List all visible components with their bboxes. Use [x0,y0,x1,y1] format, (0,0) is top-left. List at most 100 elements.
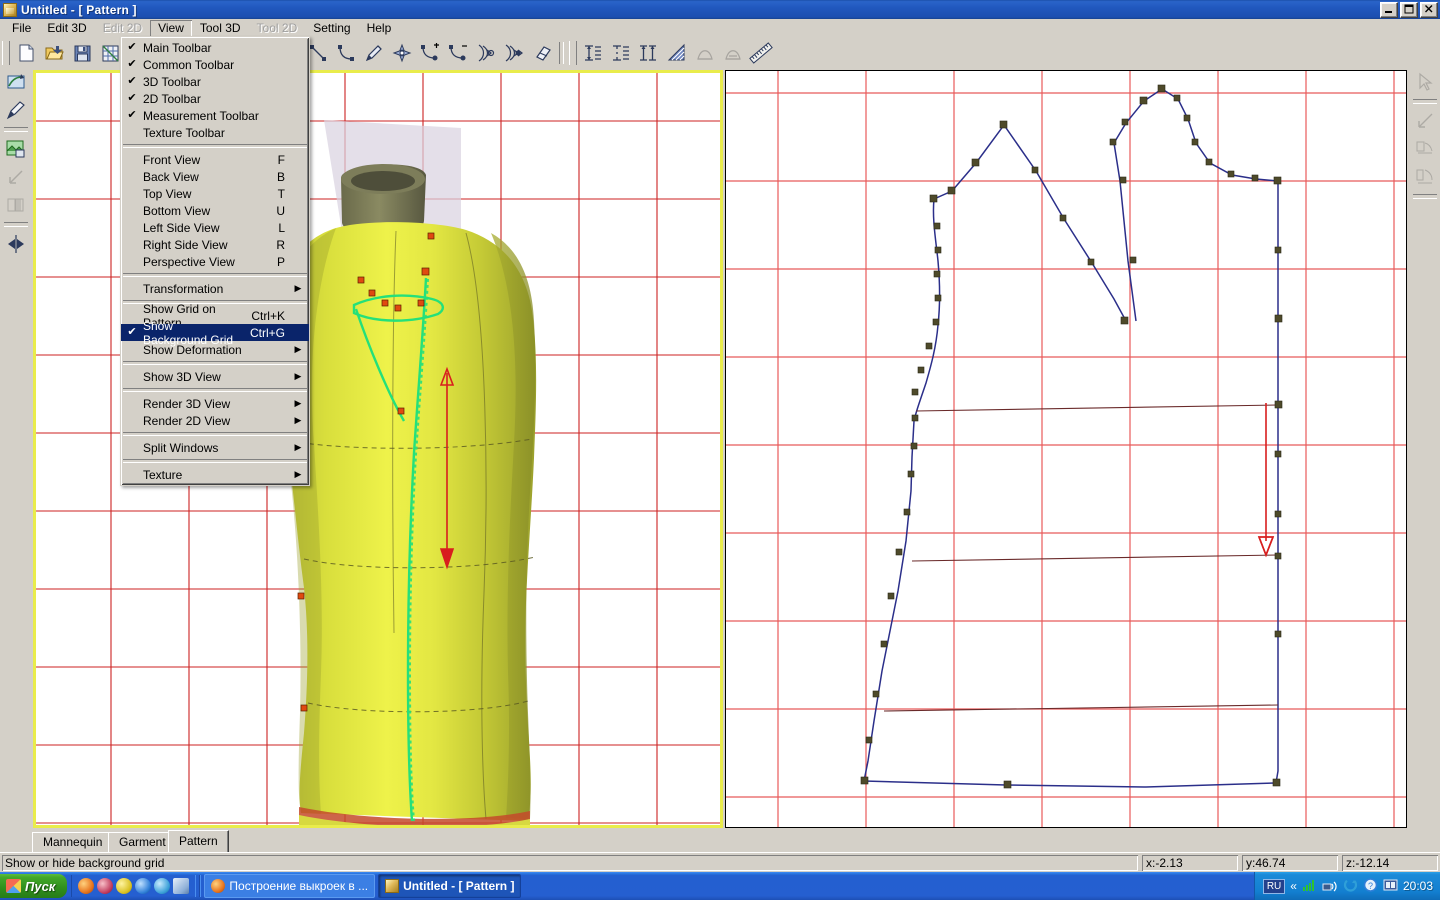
tray-clock[interactable]: 20:03 [1403,879,1433,893]
chevron-right-icon: ▶ [291,283,305,294]
symmetry-icon[interactable] [3,231,29,257]
eraser-icon[interactable] [529,40,555,66]
menu-item-label: Main Toolbar [143,41,273,55]
menu-item-left-side-view[interactable]: Left Side ViewL [121,219,309,236]
menu-file[interactable]: File [4,20,39,37]
select-surface-icon[interactable] [3,69,29,95]
menu-item-main-toolbar[interactable]: ✔Main Toolbar [121,39,309,56]
save-disk-icon[interactable] [69,40,95,66]
minimize-button[interactable] [1380,2,1398,18]
open-folder-icon[interactable] [41,40,67,66]
menu-item-perspective-view[interactable]: Perspective ViewP [121,253,309,270]
arrow-diagonal-icon [1412,108,1438,134]
new-file-icon[interactable] [13,40,39,66]
menu-item-transformation[interactable]: Transformation ▶ [121,280,309,297]
measure-double-icon[interactable] [636,40,662,66]
window-title: Untitled - [ Pattern ] [21,3,137,17]
menu-item-accelerator: Ctrl+K [239,309,291,323]
maximize-button[interactable] [1400,2,1418,18]
menu-tool-2d: Tool 2D [249,20,306,37]
taskbar-window-firefox[interactable]: Построение выкроек в ... [204,874,375,898]
menu-separator [123,388,307,392]
menu-check-icon: ✔ [121,73,143,90]
menu-view[interactable]: View [150,20,192,37]
firefox-icon [211,879,225,893]
menu-item-texture-toolbar[interactable]: Texture Toolbar [121,124,309,141]
network-icon[interactable] [1322,878,1338,895]
menu-item-back-view[interactable]: Back ViewB [121,168,309,185]
ruler-icon[interactable] [748,40,774,66]
document-icon[interactable] [173,878,189,894]
coord-x: x:-2.13 [1142,855,1238,871]
shape-triangle-2-icon [720,40,746,66]
menu-item-label: Render 2D View [143,414,273,428]
menu-item-top-view[interactable]: Top ViewT [121,185,309,202]
taskbar-window-pattern[interactable]: Untitled - [ Pattern ] [378,874,521,898]
menu-item-render-3d-view[interactable]: Render 3D View▶ [121,395,309,412]
measure-angle-icon[interactable] [664,40,690,66]
menu-setting[interactable]: Setting [305,20,358,37]
add-point-icon[interactable] [417,40,443,66]
cut-piece-2-icon [1412,164,1438,190]
menu-item-2d-toolbar[interactable]: ✔2D Toolbar [121,90,309,107]
offset-double-icon[interactable] [501,40,527,66]
menu-item-split-windows[interactable]: Split Windows▶ [121,439,309,456]
2d-pattern-view[interactable] [725,70,1407,828]
texture-map-icon[interactable] [3,136,29,162]
point-node-icon[interactable] [389,40,415,66]
browser-icon[interactable] [135,878,151,894]
menu-edit-3d[interactable]: Edit 3D [39,20,94,37]
menu-item-label: Common Toolbar [143,58,273,72]
tab-mannequin[interactable]: Mannequin [32,832,113,852]
menu-item-right-side-view[interactable]: Right Side ViewR [121,236,309,253]
book-icon[interactable] [1383,878,1398,895]
menu-item-show-3d-view[interactable]: Show 3D View▶ [121,368,309,385]
chevron-right-icon: ▶ [291,415,305,426]
pattern-pieces[interactable] [726,71,1406,827]
brush-tool-icon[interactable] [3,97,29,123]
menu-check-icon: ✔ [121,39,143,56]
menu-item-bottom-view[interactable]: Bottom ViewU [121,202,309,219]
menu-item-common-toolbar[interactable]: ✔Common Toolbar [121,56,309,73]
language-indicator[interactable]: RU [1263,879,1285,894]
pointer-select-icon [1412,69,1438,95]
menu-item-show-deformation[interactable]: Show Deformation▶ [121,341,309,358]
view-dropdown-menu[interactable]: ✔Main Toolbar✔Common Toolbar✔3D Toolbar✔… [120,36,310,486]
curve-icon[interactable] [333,40,359,66]
start-button[interactable]: Пуск [0,874,67,898]
winamp-icon[interactable] [116,878,132,894]
menu-tool-3d[interactable]: Tool 3D [192,20,249,37]
menu-item-front-view[interactable]: Front ViewF [121,151,309,168]
system-tray: RU « ? 20:03 [1254,872,1440,900]
menu-separator [123,361,307,365]
menu-help[interactable]: Help [359,20,400,37]
menu-item-render-2d-view[interactable]: Render 2D View ▶ [121,412,309,429]
tab-garment[interactable]: Garment [108,832,177,852]
tab-pattern[interactable]: Pattern [168,830,229,852]
toolbar-grip[interactable] [2,41,10,65]
measure-vertical-icon[interactable] [580,40,606,66]
menu-item-texture[interactable]: Texture▶ [121,466,309,483]
tray-chevron-icon[interactable]: « [1290,879,1297,893]
help-icon[interactable]: ? [1363,878,1378,895]
measure-dashed-icon[interactable] [608,40,634,66]
toolbar-grip-measure[interactable] [569,41,577,65]
explorer-icon[interactable] [154,878,170,894]
menu-item-label: Transformation [143,282,273,296]
refresh-icon[interactable] [1343,878,1358,895]
menu-item-measurement-toolbar[interactable]: ✔Measurement Toolbar [121,107,309,124]
media-player-icon[interactable] [97,878,113,894]
menu-separator [123,459,307,463]
offset-right-icon[interactable] [473,40,499,66]
menu-item-show-background-grid[interactable]: ✔Show Background GridCtrl+G [121,324,309,341]
menu-item-label: Right Side View [143,238,264,252]
menu-item-3d-toolbar[interactable]: ✔3D Toolbar [121,73,309,90]
firefox-icon[interactable] [78,878,94,894]
menu-item-label: Left Side View [143,221,266,235]
menu-item-accelerator: L [266,221,291,235]
menu-item-label: Show 3D View [143,370,273,384]
volume-bars-icon[interactable] [1302,878,1317,895]
pencil-draw-icon[interactable] [361,40,387,66]
close-button[interactable] [1420,2,1438,18]
remove-point-icon[interactable] [445,40,471,66]
